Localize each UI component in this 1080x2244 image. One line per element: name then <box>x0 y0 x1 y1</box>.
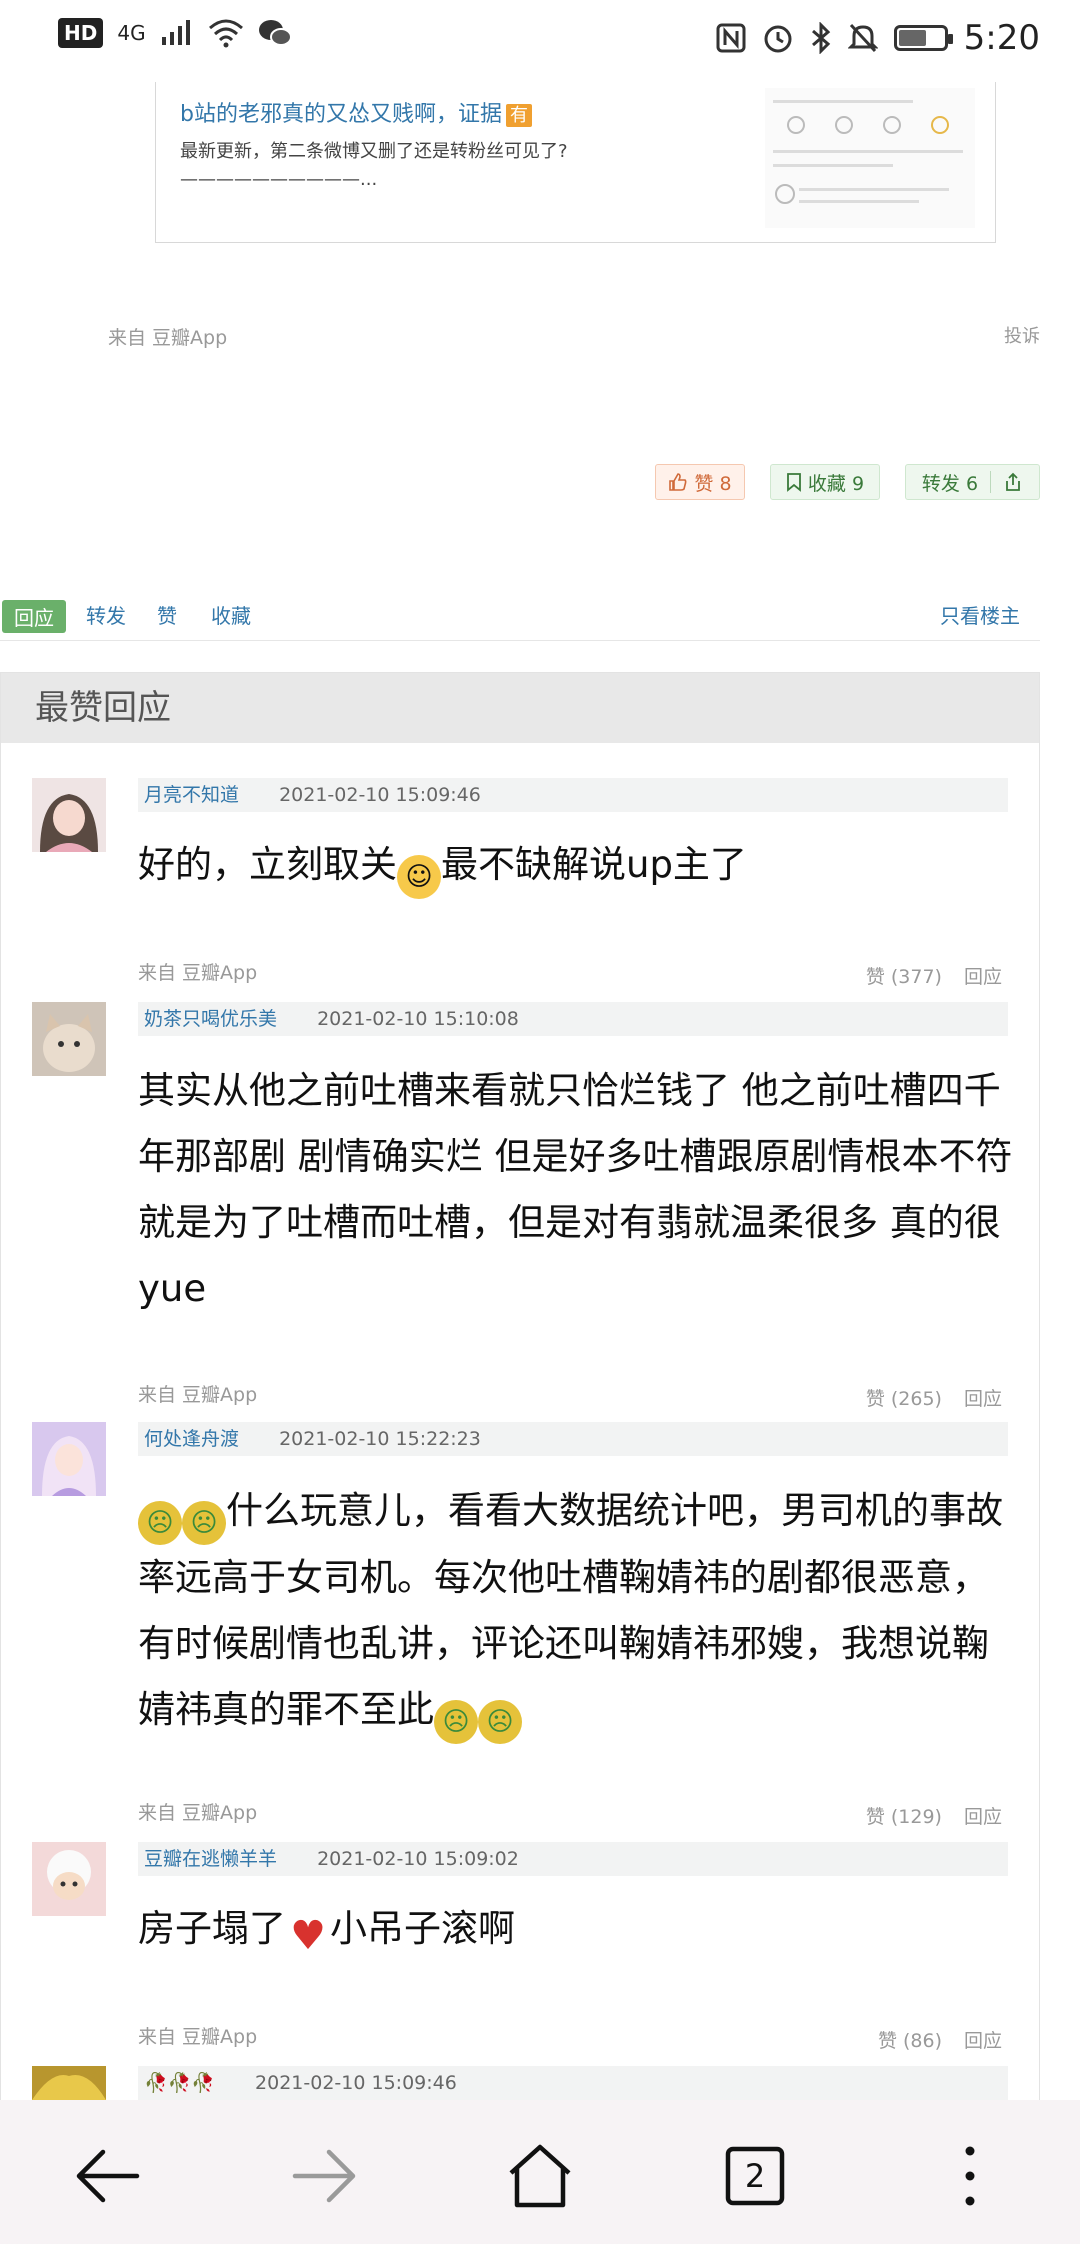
link-card-title[interactable]: b站的老邪真的又怂又贱啊，证据有 <box>180 96 532 128</box>
tab-reply[interactable]: 回应 <box>2 600 66 633</box>
status-bar: HD 4G 5:20 <box>0 0 1080 80</box>
comment-source: 来自 豆瓣App <box>138 1384 258 1406</box>
comment-actions: 赞 (265) 回应 <box>866 1384 1002 1411</box>
comment-text: ☹ ☹ 什么玩意儿，看看大数据统计吧，男司机的事故率远高于女司机。每次他吐槽鞠婧祎的… <box>138 1478 1018 1744</box>
battery-icon <box>893 25 953 51</box>
forward-button[interactable]: 转发 6 <box>905 464 1040 500</box>
status-left: HD 4G <box>58 18 292 48</box>
like-button[interactable]: 赞 8 <box>655 464 745 500</box>
like-count: 赞 8 <box>694 472 732 495</box>
wifi-icon <box>208 19 243 48</box>
bookmark-icon <box>787 473 801 492</box>
comment-time: 2021-02-10 15:09:46 <box>279 784 481 806</box>
comment-meta: 豆瓣在逃懒羊羊 2021-02-10 15:09:02 <box>138 1842 1008 1876</box>
browser-bottom-nav: 2 <box>0 2100 1080 2244</box>
comment-time: 2021-02-10 15:09:02 <box>317 1848 519 1870</box>
forward-nav-button[interactable] <box>284 2136 364 2216</box>
network-type: 4G <box>117 21 146 45</box>
back-arrow-icon <box>76 2149 140 2203</box>
vomit-emoji-icon: ☹ <box>478 1700 522 1744</box>
comment-like[interactable]: 赞 (265) <box>866 1388 942 1410</box>
alarm-icon <box>764 25 792 53</box>
share-icon[interactable] <box>1003 472 1023 492</box>
comment-like[interactable]: 赞 (86) <box>878 2030 942 2052</box>
comment-text: 其实从他之前吐槽来看就只恰烂钱了 他之前吐槽四千年那部剧 剧情确实烂 但是好多吐… <box>138 1069 1013 1310</box>
link-card-description: 最新更新，第二条微博又删了还是转粉丝可见了?——————————... <box>180 141 568 190</box>
comment-author[interactable]: 奶茶只喝优乐美 <box>144 1008 277 1030</box>
post-source: 来自 豆瓣App <box>108 327 228 349</box>
link-card-tag: 有 <box>505 104 532 127</box>
comment-author[interactable]: 🥀🥀🥀 <box>144 2072 215 2094</box>
comment-meta: 🥀🥀🥀 2021-02-10 15:09:46 <box>138 2066 1008 2100</box>
status-right: 5:20 <box>716 18 1040 58</box>
wechat-icon <box>258 20 292 46</box>
comment-source: 来自 豆瓣App <box>138 2026 258 2048</box>
avatar[interactable] <box>32 1842 106 1916</box>
bluetooth-icon <box>811 22 830 54</box>
home-button[interactable] <box>500 2136 580 2216</box>
tab-forward[interactable]: 转发 <box>86 600 126 629</box>
forward-arrow-icon <box>292 2149 356 2203</box>
comment-text: 好的，立刻取关 ☺ 最不缺解说up主了 <box>138 832 1018 899</box>
comment-time: 2021-02-10 15:22:23 <box>279 1428 481 1450</box>
tab-collect[interactable]: 收藏 <box>211 600 251 629</box>
vomit-emoji-icon: ☹ <box>182 1501 226 1545</box>
thumbs-up-icon <box>669 473 687 491</box>
comment-actions: 赞 (86) 回应 <box>878 2026 1002 2053</box>
broken-heart-icon: ♥ <box>290 1913 326 1959</box>
comment-actions: 赞 (129) 回应 <box>866 1802 1002 1829</box>
signal-icon <box>161 20 190 45</box>
comment-like[interactable]: 赞 (377) <box>866 966 942 988</box>
comment-meta: 月亮不知道 2021-02-10 15:09:46 <box>138 778 1008 812</box>
avatar[interactable] <box>32 778 106 852</box>
tabs-button[interactable]: 2 <box>715 2136 795 2216</box>
comment-author[interactable]: 月亮不知道 <box>144 784 239 806</box>
comment-reply[interactable]: 回应 <box>964 1388 1002 1410</box>
vomit-emoji-icon: ☹ <box>434 1700 478 1744</box>
hug-emoji-icon: ☺ <box>397 855 441 899</box>
comment-meta: 奶茶只喝优乐美 2021-02-10 15:10:08 <box>138 1002 1008 1036</box>
comment-author[interactable]: 何处逢舟渡 <box>144 1428 239 1450</box>
only-op-link[interactable]: 只看楼主 <box>940 600 1020 629</box>
avatar[interactable] <box>32 2066 106 2100</box>
link-card-thumbnail <box>765 88 975 228</box>
comment-text: 房子塌了 ♥ 小吊子滚啊 <box>138 1907 515 1959</box>
comment-source: 来自 豆瓣App <box>138 1802 258 1824</box>
report-link[interactable]: 投诉 <box>1004 322 1040 348</box>
more-button[interactable] <box>930 2136 1010 2216</box>
best-replies-heading: 最赞回应 <box>1 673 1039 743</box>
clock: 5:20 <box>963 18 1040 58</box>
vomit-emoji-icon: ☹ <box>138 1501 182 1545</box>
nfc-icon <box>716 23 746 53</box>
tab-like[interactable]: 赞 <box>157 600 177 629</box>
comment-reply[interactable]: 回应 <box>964 2030 1002 2052</box>
comment-author[interactable]: 豆瓣在逃懒羊羊 <box>144 1848 277 1870</box>
comment-time: 2021-02-10 15:09:46 <box>255 2072 457 2094</box>
comment-reply[interactable]: 回应 <box>964 966 1002 988</box>
collect-count: 收藏 9 <box>807 472 865 495</box>
best-replies-panel: 最赞回应 <box>0 672 1040 2244</box>
hd-badge: HD <box>58 18 104 48</box>
comment-like[interactable]: 赞 (129) <box>866 1806 942 1828</box>
divider <box>990 471 992 493</box>
comment-reply[interactable]: 回应 <box>964 1806 1002 1828</box>
avatar[interactable] <box>32 1422 106 1496</box>
reply-tabs: 回应 转发 赞 收藏 只看楼主 <box>0 598 1040 641</box>
forward-count: 转发 6 <box>921 472 979 495</box>
comment-meta: 何处逢舟渡 2021-02-10 15:22:23 <box>138 1422 1008 1456</box>
comment-source: 来自 豆瓣App <box>138 962 258 984</box>
mute-icon <box>847 23 878 53</box>
avatar[interactable] <box>32 1002 106 1076</box>
comment-time: 2021-02-10 15:10:08 <box>317 1008 519 1030</box>
back-button[interactable] <box>68 2136 148 2216</box>
more-icon <box>965 2146 975 2206</box>
collect-button[interactable]: 收藏 9 <box>770 464 880 500</box>
comment-actions: 赞 (377) 回应 <box>866 962 1002 989</box>
tab-count: 2 <box>744 2157 766 2195</box>
home-icon <box>509 2144 571 2208</box>
link-card[interactable]: b站的老邪真的又怂又贱啊，证据有 最新更新，第二条微博又删了还是转粉丝可见了?—… <box>155 82 996 243</box>
